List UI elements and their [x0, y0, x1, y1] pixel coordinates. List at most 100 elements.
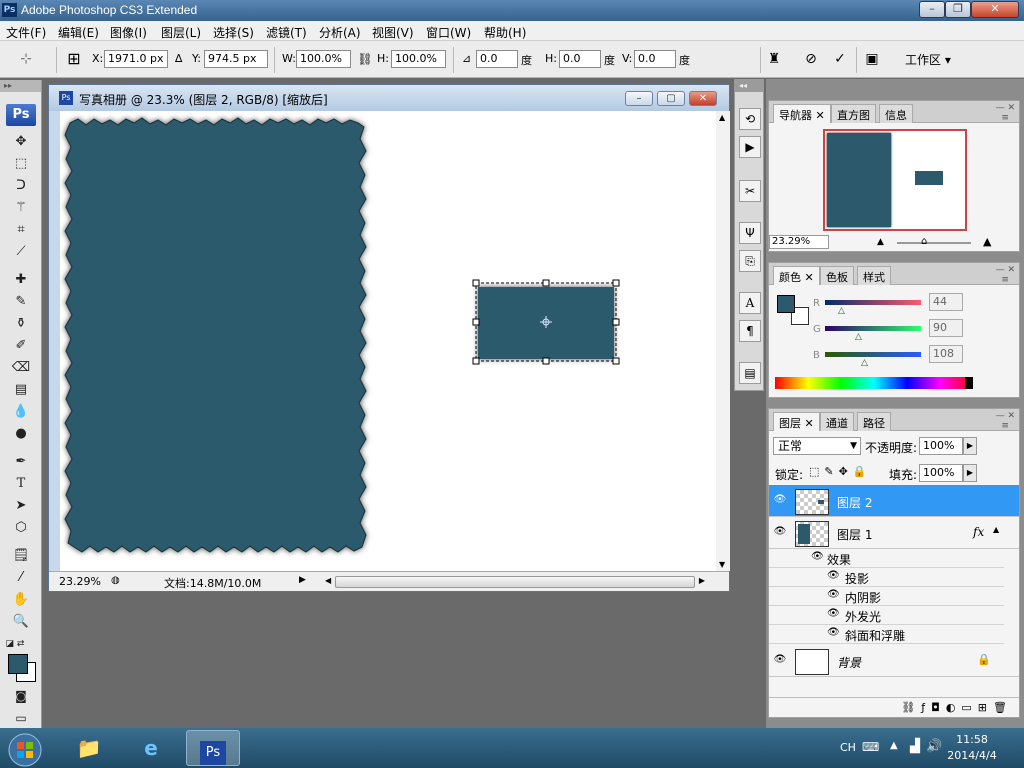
effect-row[interactable]: 👁 外发光 — [769, 606, 1004, 625]
tab-styles[interactable]: 样式 — [857, 266, 891, 285]
brush-tool-icon[interactable]: ✎ — [10, 292, 32, 312]
scroll-right-icon[interactable]: ▶ — [699, 576, 705, 585]
visibility-eye-icon[interactable]: 👁 — [811, 551, 824, 562]
dock-collapse-header[interactable]: ◂◂ — [735, 80, 763, 92]
bridge-icon[interactable]: ▣ — [862, 49, 882, 69]
doc-maximize-button[interactable]: ▢ — [657, 91, 685, 106]
zoom-in-icon[interactable]: ▲ — [983, 235, 991, 248]
b-slider[interactable] — [825, 352, 921, 357]
dodge-tool-icon[interactable]: ● — [10, 424, 32, 444]
h-field[interactable]: 100.0% — [391, 50, 446, 68]
tab-navigator[interactable]: 导航器 ✕ — [773, 104, 831, 123]
healing-brush-icon[interactable]: ✚ — [10, 270, 32, 290]
b-slider-thumb[interactable]: △ — [861, 358, 868, 368]
close-button[interactable]: ✕ — [971, 1, 1019, 18]
tab-color[interactable]: 颜色 ✕ — [773, 266, 820, 285]
commit-transform-icon[interactable]: ✓ — [830, 49, 850, 69]
navigator-preview[interactable] — [823, 129, 967, 231]
explorer-taskbar-icon[interactable]: 📁 — [62, 730, 116, 766]
fill-arrow-icon[interactable]: ▶ — [963, 464, 977, 482]
r-slider-thumb[interactable]: △ — [838, 306, 845, 316]
opacity-arrow-icon[interactable]: ▶ — [963, 437, 977, 455]
visibility-eye-icon[interactable]: 👁 — [827, 570, 840, 581]
pen-tool-icon[interactable]: ✒ — [10, 452, 32, 472]
tab-histogram[interactable]: 直方图 — [831, 104, 876, 123]
tab-swatches[interactable]: 色板 — [820, 266, 854, 285]
document-size[interactable]: 文档:14.8M/10.0M — [164, 575, 261, 591]
visibility-eye-icon[interactable]: 👁 — [773, 494, 787, 506]
quick-mask-icon[interactable]: ◙ — [10, 686, 32, 706]
language-indicator[interactable]: CH — [840, 741, 856, 754]
expand-effects-icon[interactable]: ▲ — [993, 525, 999, 534]
move-tool-icon[interactable]: ✥ — [10, 132, 32, 152]
brushes-panel-icon[interactable]: Ψ — [739, 222, 761, 244]
warp-icon[interactable]: ♜ — [764, 49, 784, 69]
visibility-eye-icon[interactable]: 👁 — [827, 608, 840, 619]
path-selection-icon[interactable]: ➤ — [10, 496, 32, 516]
vskew-field[interactable]: 0.0 — [634, 50, 676, 68]
layer-row-1[interactable]: 👁 图层 1 fx ▲ — [769, 517, 1019, 549]
menu-window[interactable]: 窗口(W) — [426, 24, 471, 41]
visibility-eye-icon[interactable]: 👁 — [827, 627, 840, 638]
layer-row-background[interactable]: 👁 背景 🔒 — [769, 645, 1019, 677]
blur-tool-icon[interactable]: 💧 — [10, 402, 32, 422]
character-panel-icon[interactable]: A — [739, 292, 761, 314]
blend-mode-select[interactable]: 正常 ▼ — [773, 437, 861, 455]
keyboard-icon[interactable]: ⌨ — [862, 740, 879, 754]
color-fg-swatch[interactable] — [777, 295, 795, 313]
menu-select[interactable]: 选择(S) — [213, 24, 254, 41]
g-field[interactable]: 90 — [929, 319, 963, 337]
paragraph-panel-icon[interactable]: ¶ — [739, 320, 761, 342]
layer-row-2[interactable]: 👁 图层 2 — [769, 485, 1019, 517]
lasso-tool-icon[interactable]: ᑐ — [10, 176, 32, 196]
menu-filter[interactable]: 滤镜(T) — [266, 24, 307, 41]
y-field[interactable]: 974.5 px — [204, 50, 268, 68]
zoom-level[interactable]: 23.29% — [59, 575, 101, 588]
navigator-zoom-field[interactable]: 23.29% — [769, 235, 829, 249]
gradient-tool-icon[interactable]: ▤ — [10, 380, 32, 400]
color-spectrum-bar[interactable] — [775, 377, 973, 389]
tab-paths[interactable]: 路径 — [857, 412, 891, 431]
r-field[interactable]: 44 — [929, 293, 963, 311]
menu-analysis[interactable]: 分析(A) — [319, 24, 361, 41]
r-slider[interactable] — [825, 300, 921, 305]
scroll-up-icon[interactable]: ▲ — [719, 113, 725, 122]
panel-menu-icon[interactable]: — ✕ ≡ — [996, 411, 1015, 431]
tab-info[interactable]: 信息 — [879, 104, 913, 123]
b-field[interactable]: 108 — [929, 345, 963, 363]
visibility-eye-icon[interactable]: 👁 — [773, 654, 787, 666]
panel-menu-icon[interactable]: — ✕ ≡ — [996, 265, 1015, 285]
horizontal-scroll-thumb[interactable] — [335, 576, 695, 588]
doc-close-button[interactable]: ✕ — [689, 91, 717, 106]
effect-row[interactable]: 👁 投影 — [769, 568, 1004, 587]
magic-wand-tool-icon[interactable]: ⚚ — [10, 198, 32, 218]
layer-name[interactable]: 背景 — [837, 654, 861, 671]
x-field[interactable]: 1971.0 px — [104, 50, 168, 68]
screen-mode-icon[interactable]: ▭ — [10, 708, 32, 728]
menu-help[interactable]: 帮助(H) — [484, 24, 526, 41]
navigator-slider-thumb[interactable]: ⌂ — [921, 236, 927, 247]
crop-tool-icon[interactable]: ⌗ — [10, 220, 32, 240]
notes-tool-icon[interactable]: 🗒 — [10, 546, 32, 566]
clone-source-icon[interactable]: ⎘ — [739, 250, 761, 272]
menu-image[interactable]: 图像(I) — [110, 24, 147, 41]
layer-name[interactable]: 图层 1 — [837, 526, 872, 543]
scroll-left-icon[interactable]: ◀ — [325, 576, 331, 585]
layer-name[interactable]: 图层 2 — [837, 494, 872, 511]
minimize-button[interactable]: – — [919, 1, 945, 18]
visibility-eye-icon[interactable]: 👁 — [773, 526, 787, 538]
network-icon[interactable]: ▟ — [910, 739, 920, 754]
history-brush-icon[interactable]: ✐ — [10, 336, 32, 356]
fx-badge[interactable]: fx — [973, 525, 984, 539]
hskew-field[interactable]: 0.0 — [559, 50, 601, 68]
effects-group[interactable]: 👁 效果 — [769, 549, 1004, 568]
menu-file[interactable]: 文件(F) — [6, 24, 46, 41]
zoom-tool-icon[interactable]: 🔍 — [10, 612, 32, 632]
workspace-menu[interactable]: 工作区 ▾ — [905, 51, 951, 68]
reference-point-icon[interactable]: ⊞ — [64, 49, 84, 69]
zoom-out-icon[interactable]: ▲ — [877, 237, 884, 247]
vertical-scrollbar[interactable]: ▲ ▼ — [716, 111, 730, 571]
visibility-eye-icon[interactable]: 👁 — [827, 589, 840, 600]
actions-panel-icon[interactable]: ▶ — [739, 136, 761, 158]
type-tool-icon[interactable]: T — [10, 474, 32, 494]
